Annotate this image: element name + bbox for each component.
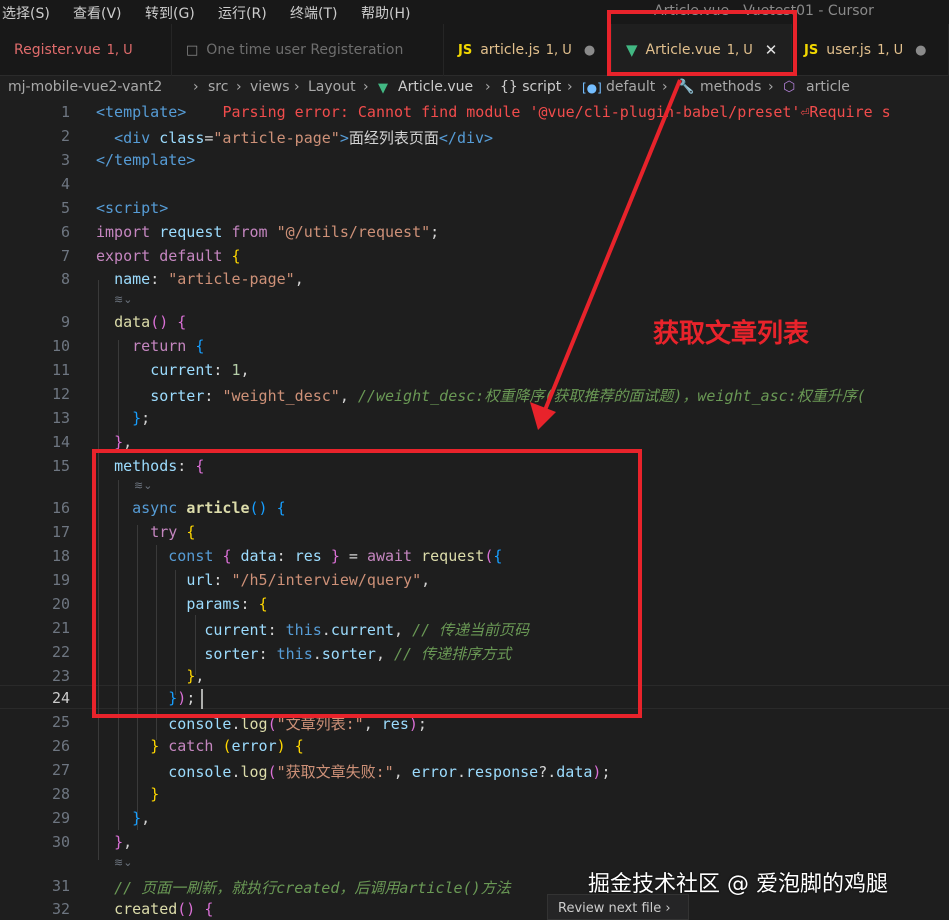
review-next-file-button[interactable]: Review next file › [547,894,689,920]
chevron-right-icon: › [665,901,671,916]
review-next-file-label: Review next file [558,901,662,916]
annotation-arrow [530,79,682,430]
annotation-label: 获取文章列表 [653,319,810,349]
